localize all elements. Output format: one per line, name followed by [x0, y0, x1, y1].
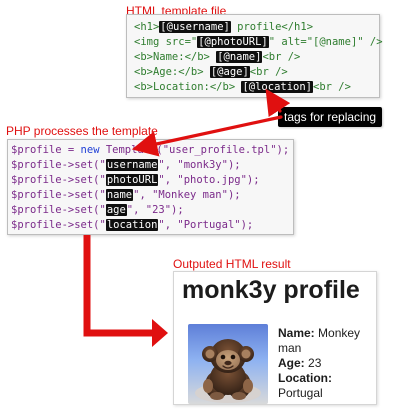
- template-code-segment-1-2: [@username]: [159, 21, 231, 33]
- php-code-segment-5-3: ", "23");: [126, 204, 184, 216]
- template-code-line-3: <b>Name:</b> [@name]<br />: [127, 50, 379, 65]
- result-title-label: Outputed HTML result: [173, 257, 291, 271]
- template-code-line-5: <b>Location:</b> [@location]<br />: [127, 80, 379, 95]
- php-code-line-2: $profile->set("username", "monk3y");: [8, 158, 293, 173]
- template-code-segment-2-3: " alt="[@name]" />: [268, 36, 383, 48]
- template-code-segment-3-2: [@name]: [216, 51, 263, 63]
- php-code-line-5: $profile->set("age", "23");: [8, 203, 293, 218]
- php-code-segment-6-2: location: [105, 219, 159, 231]
- result-info: Name: Monkey man Age: 23 Location: Portu…: [278, 326, 376, 401]
- php-code-segment-1-3: Template("user_profile.tpl");: [99, 144, 290, 156]
- php-code-line-4: $profile->set("name", "Monkey man");: [8, 188, 293, 203]
- template-code-segment-3-3: <br />: [262, 51, 301, 63]
- php-code-segment-3-3: ", "photo.jpg");: [158, 174, 260, 186]
- template-code-segment-5-3: <br />: [313, 81, 351, 93]
- php-code-segment-3-2: photoURL: [105, 174, 159, 186]
- php-code-segment-5-1: $profile->set(": [11, 204, 106, 216]
- php-code-segment-4-3: ", "Monkey man");: [133, 189, 241, 201]
- annotation-label: tags for replacing: [278, 107, 383, 127]
- php-code-segment-3-1: $profile->set(": [11, 174, 106, 186]
- template-code-segment-3-1: <b>Name:</b>: [134, 51, 217, 63]
- monkey-image-icon: [188, 324, 268, 404]
- template-file-box: <h1>[@username] profile</h1> <img src="[@…: [126, 14, 383, 98]
- template-code-segment-4-3: <br />: [249, 66, 288, 78]
- php-code-segment-1-2: new: [80, 144, 100, 156]
- php-code-segment-2-2: username: [105, 159, 159, 171]
- flow-arrow: [83, 235, 152, 337]
- result-age-label: Age:: [278, 356, 305, 370]
- template-code-line-1: <h1>[@username] profile</h1>: [127, 20, 379, 35]
- flow-arrowhead: [152, 319, 168, 347]
- template-code-line-4: <b>Age:</b> [@age]<br />: [127, 65, 379, 80]
- php-code-box: $profile = new Template("user_profile.tp…: [7, 139, 294, 235]
- result-name-row: Name: Monkey man: [278, 326, 376, 356]
- php-code-segment-4-1: $profile->set(": [11, 189, 106, 201]
- template-code-segment-5-2: [@location]: [241, 81, 314, 93]
- php-code-segment-5-2: age: [105, 204, 127, 216]
- diagram-root: HTML template file <h1>[@username] profi…: [0, 0, 400, 417]
- result-location-value: Portugal: [278, 386, 323, 400]
- result-box: monk3y profile Name: Monkey man Age: 23 …: [173, 271, 377, 405]
- result-age-row: Age: 23: [278, 356, 376, 371]
- template-code-segment-1-1: <h1>: [134, 21, 160, 33]
- php-code-segment-6-3: ", "Portugal");: [158, 219, 254, 231]
- template-code-segment-2-2: [@photoURL]: [197, 36, 269, 48]
- template-code-segment-5-1: <b>Location:</b>: [134, 81, 242, 93]
- php-code-segment-2-1: $profile->set(": [11, 159, 106, 171]
- template-code-segment-4-1: <b>Age:</b>: [134, 66, 210, 78]
- result-location-label: Location:: [278, 371, 332, 385]
- php-title: PHP processes the template: [6, 124, 158, 138]
- php-code-line-6: $profile->set("location", "Portugal");: [8, 218, 293, 233]
- php-code-line-3: $profile->set("photoURL", "photo.jpg");: [8, 173, 293, 188]
- result-heading: monk3y profile: [182, 276, 360, 304]
- php-code-segment-4-2: name: [105, 189, 134, 201]
- php-code-line-1: $profile = new Template("user_profile.tp…: [8, 143, 293, 158]
- php-code-segment-1-1: $profile =: [11, 144, 81, 156]
- result-age-value: 23: [308, 356, 322, 370]
- result-location-row: Location: Portugal: [278, 371, 376, 401]
- template-code-segment-2-1: <img src=": [134, 36, 198, 48]
- template-code-line-2: <img src="[@photoURL]" alt="[@name]" />: [127, 35, 383, 50]
- monkey-photo: [188, 324, 268, 404]
- result-name-label: Name:: [278, 326, 315, 340]
- template-code-segment-1-3: profile</h1>: [230, 21, 314, 33]
- php-code-segment-6-1: $profile->set(": [11, 219, 106, 231]
- template-code-segment-4-2: [@age]: [209, 66, 250, 78]
- php-code-segment-2-3: ", "monk3y");: [158, 159, 241, 171]
